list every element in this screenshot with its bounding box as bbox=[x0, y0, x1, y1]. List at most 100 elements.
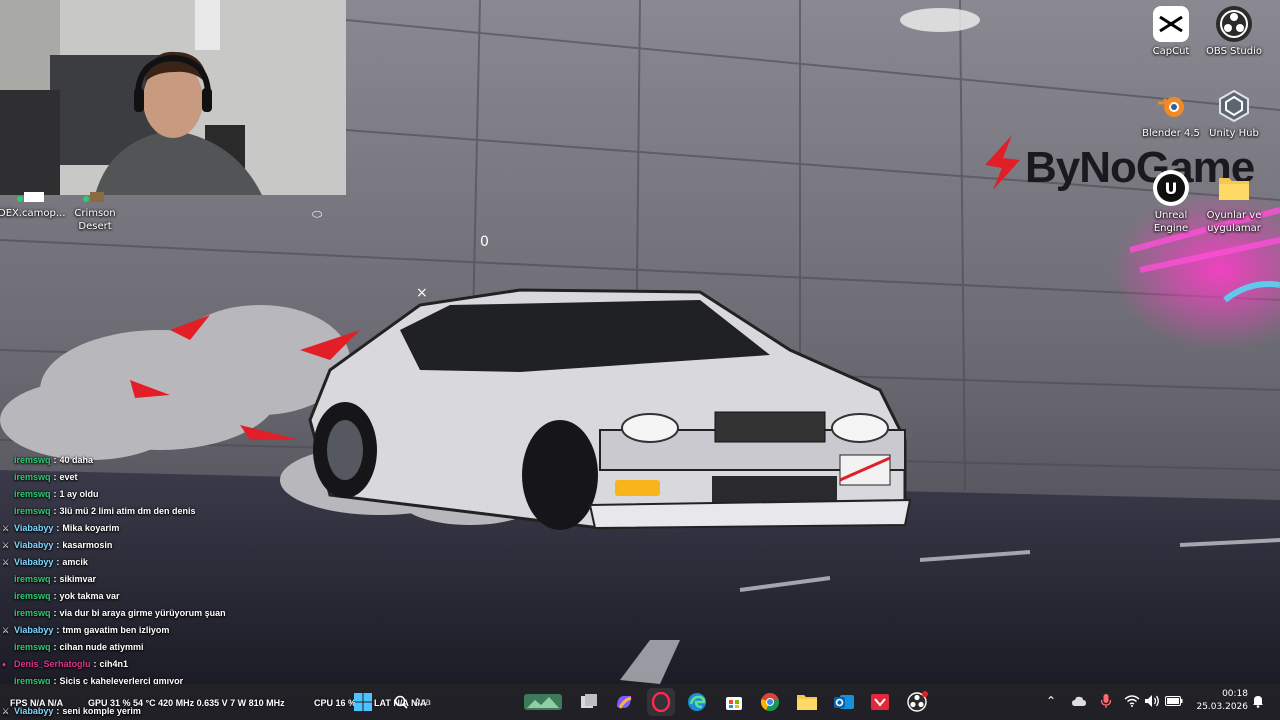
chat-text: Mika koyarim bbox=[62, 523, 120, 533]
file-explorer-icon bbox=[797, 695, 817, 710]
chat-username: Viababyy bbox=[14, 625, 54, 635]
chat-message: iremswq:3lü mü 2 limi atim dm den denis bbox=[0, 503, 400, 520]
chat-text: yok takma var bbox=[59, 591, 120, 601]
widgets-icon bbox=[524, 694, 562, 710]
svg-text:⬭: ⬭ bbox=[312, 207, 323, 221]
start-button[interactable] bbox=[349, 688, 377, 716]
store-button[interactable] bbox=[720, 688, 748, 716]
opera-gx-button[interactable] bbox=[647, 688, 675, 716]
chat-badge-icon: ⚔ bbox=[2, 524, 10, 533]
unity-hub-icon bbox=[1216, 88, 1252, 124]
chat-message: iremswq: sikimvar bbox=[0, 571, 400, 588]
fps-readout: FPS N/A N/A bbox=[10, 698, 64, 708]
chat-username: iremswq bbox=[14, 506, 51, 516]
bell-icon bbox=[1253, 696, 1263, 708]
chat-message: iremswq: evet bbox=[0, 469, 400, 486]
vpn-icon bbox=[871, 694, 889, 710]
desktop-icon-label: CapCut bbox=[1152, 46, 1190, 57]
chat-badge-icon bbox=[2, 575, 11, 584]
chrome-button[interactable] bbox=[756, 688, 784, 716]
outlook-icon bbox=[834, 695, 854, 709]
copilot-icon bbox=[617, 696, 632, 709]
desktop-icon-crimson-desert[interactable]: Crimson Desert bbox=[62, 190, 128, 233]
tray-overflow-button[interactable]: ⌃ bbox=[1043, 690, 1059, 712]
chat-badge-icon: ⚔ bbox=[2, 626, 10, 635]
chat-badge-icon: ♦ bbox=[2, 660, 7, 669]
folder-icon bbox=[1216, 170, 1252, 206]
chat-text: 1 ay oldu bbox=[59, 489, 99, 499]
widgets-button[interactable] bbox=[522, 688, 564, 716]
battery-button[interactable] bbox=[1164, 690, 1184, 712]
obs-icon bbox=[907, 691, 928, 712]
taskbar-search-box[interactable]: Ara bbox=[386, 688, 516, 716]
chat-message: ⚔ Viababyy: amcik bbox=[0, 554, 400, 571]
webcam-overlay bbox=[0, 0, 346, 195]
vpn-button[interactable] bbox=[866, 688, 894, 716]
desktop-icon-games-folder[interactable]: Oyunlar ve uygulamar bbox=[1201, 170, 1267, 235]
desktop-icon-capcut[interactable]: CapCut bbox=[1138, 6, 1204, 58]
network-button[interactable] bbox=[1123, 690, 1141, 712]
chat-text: 40 daha bbox=[59, 455, 94, 465]
desktop-icon-obs[interactable]: OBS Studio bbox=[1201, 6, 1267, 58]
chat-message: ♦ Denis_Serhatoglu: cih4n1 bbox=[0, 656, 400, 673]
speaker-icon bbox=[1145, 695, 1159, 707]
chat-message: ⚔ Viababyy: tmm gavatim ben izliyom bbox=[0, 622, 400, 639]
chat-username: Denis_Serhatoglu bbox=[14, 659, 91, 669]
battery-icon bbox=[1165, 696, 1183, 706]
chat-username: iremswq bbox=[14, 591, 51, 601]
chat-message: iremswq: cihan nude atiymmi bbox=[0, 639, 400, 656]
chat-username: iremswq bbox=[14, 574, 51, 584]
blender-icon bbox=[1153, 88, 1189, 124]
chat-badge-icon: ⚔ bbox=[2, 541, 10, 550]
desktop-icon-blender[interactable]: Blender 4.5 bbox=[1138, 88, 1204, 140]
chat-username: Viababyy bbox=[14, 557, 54, 567]
desktop-icon-label: DEX.camop... bbox=[0, 208, 66, 219]
chat-text: amcik bbox=[62, 557, 88, 567]
chat-username: iremswq bbox=[14, 472, 51, 482]
store-icon bbox=[726, 697, 742, 710]
desktop-icon-label: Oyunlar ve uygulamar bbox=[1206, 210, 1262, 234]
notifications-button[interactable] bbox=[1250, 690, 1266, 712]
chat-username: Viababyy bbox=[14, 523, 54, 533]
outlook-button[interactable] bbox=[830, 688, 858, 716]
chat-username: iremswq bbox=[14, 489, 51, 499]
copilot-button[interactable] bbox=[610, 688, 638, 716]
chat-text: cih4n1 bbox=[99, 659, 129, 669]
capcut-icon bbox=[1153, 6, 1189, 42]
obs-taskbar-button[interactable] bbox=[903, 688, 931, 716]
chat-message: ⚔ Viababyy: kasarmosin bbox=[0, 537, 400, 554]
chrome-icon bbox=[761, 693, 779, 711]
chat-username: Viababyy bbox=[14, 540, 54, 550]
unreal-engine-icon: U bbox=[1153, 170, 1189, 206]
gpu-readout: GPU 31 % 54 °C 420 MHz 0.635 V 7 W 810 M… bbox=[88, 698, 285, 708]
chat-text: sikimvar bbox=[59, 574, 97, 584]
chat-message: iremswq: yok takma var bbox=[0, 588, 400, 605]
chat-username: iremswq bbox=[14, 608, 51, 618]
desktop-icon-dex[interactable]: DEX.camop... bbox=[0, 190, 66, 220]
clock-button[interactable]: 00:18 25.03.2026 bbox=[1190, 688, 1248, 716]
chat-text: 3lü mü 2 limi atim dm den denis bbox=[59, 506, 196, 516]
svg-text:0: 0 bbox=[480, 234, 489, 250]
microphone-button[interactable] bbox=[1097, 690, 1115, 712]
edge-button[interactable] bbox=[683, 688, 711, 716]
desktop-icon-label: Unity Hub bbox=[1209, 128, 1259, 139]
chat-message: ⚔ Viababyy: Mika koyarim bbox=[0, 520, 400, 537]
task-view-icon bbox=[581, 694, 597, 708]
desktop-icon-unity-hub[interactable]: Unity Hub bbox=[1201, 88, 1267, 140]
desktop-icon-label: Crimson Desert bbox=[74, 208, 116, 232]
chat-username: iremswq bbox=[14, 455, 51, 465]
desktop-icon-unreal[interactable]: U Unreal Engine bbox=[1138, 170, 1204, 235]
file-explorer-button[interactable] bbox=[793, 688, 821, 716]
opera-gx-icon bbox=[651, 692, 671, 712]
desktop-icon-label: OBS Studio bbox=[1206, 46, 1262, 57]
cloud-icon bbox=[1072, 696, 1086, 706]
tray-app-button[interactable] bbox=[1070, 690, 1088, 712]
crimson-desert-icon bbox=[77, 190, 113, 204]
task-view-button[interactable] bbox=[575, 688, 603, 716]
desktop-icon-label: Unreal Engine bbox=[1153, 210, 1189, 234]
chevron-up-icon: ⌃ bbox=[1045, 694, 1057, 708]
volume-button[interactable] bbox=[1143, 690, 1161, 712]
chat-badge-icon: ⚔ bbox=[2, 558, 10, 567]
chat-badge-icon bbox=[2, 456, 11, 465]
svg-text:U: U bbox=[1165, 179, 1178, 198]
